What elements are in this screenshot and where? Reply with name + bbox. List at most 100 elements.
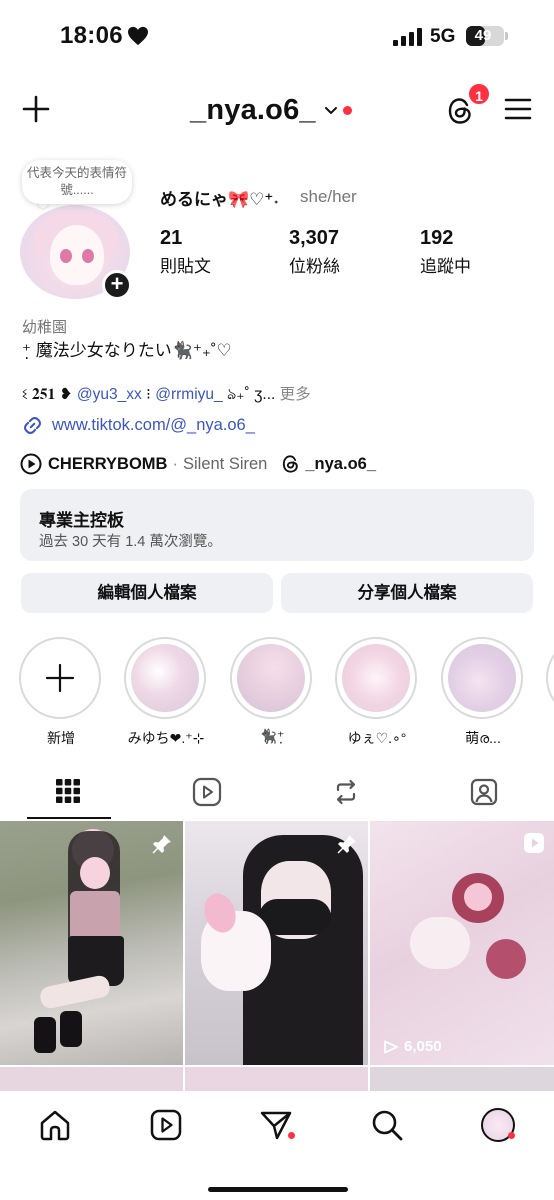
pin-icon [152,835,171,854]
professional-dashboard[interactable]: 專業主控板 過去 30 天有 1.4 萬次瀏覽。 [20,489,534,561]
profile-link[interactable]: www.tiktok.com/@_nya.o6_ [22,413,255,437]
account-switcher[interactable]: _nya.o6_ [190,94,352,127]
post-thumbnail[interactable] [185,821,368,1065]
bio-text: ⁝ [141,386,156,403]
highlight-ring [230,637,312,719]
post-thumbnail[interactable]: 6,050 [370,821,554,1065]
notification-badge: 1 [467,82,491,106]
unread-dot [342,106,352,115]
highlight-cover [342,644,410,712]
chevron-down-icon [324,106,337,114]
highlight-label: 新增 [47,730,75,746]
highlight-label: みゆち❤︎.⁺⊹ [127,730,205,746]
bottom-nav [0,1092,554,1200]
figure-boot [60,1011,82,1047]
stat-number: 192 [420,227,454,249]
highlight-item[interactable]: 萌ര... [441,637,525,748]
dashboard-subtitle: 過去 30 天有 1.4 萬次瀏覽。 [39,534,222,550]
note-bubble[interactable]: 代表今天的表情符號...... [22,160,132,204]
edit-profile-button[interactable]: 編輯個人檔案 [21,573,273,613]
highlight-ring [19,637,101,719]
view-count-text: 6,050 [404,1038,442,1055]
profile-unread-dot [508,1132,515,1139]
bio-line: ଽ 𝟐𝟓𝟏 ❥ @yu3_xx ⁝ @rrmiyu_ ঌ₊˚ ʒ... 更多 [22,382,311,408]
bio-mention[interactable]: @rrmiyu_ [155,386,222,403]
post-thumbnail[interactable] [185,1067,368,1091]
music-row[interactable]: CHERRYBOMB · Silent Siren _nya.o6_ [20,452,376,476]
face-sticker [80,857,110,889]
highlight-cover [131,644,199,712]
pronouns: she/her [300,187,357,206]
link-icon [24,416,41,434]
reels-icon [524,833,544,853]
search-icon[interactable] [370,1108,404,1142]
tab-reposts[interactable] [277,764,415,820]
grid-icon [56,779,80,803]
highlight-cover [448,644,516,712]
posts-grid: 6,050 [0,821,554,1091]
highlight-new[interactable]: 新增 [19,637,103,748]
highlight-ring [546,637,554,719]
tab-grid[interactable] [0,764,138,820]
home-icon[interactable] [38,1108,72,1142]
post-thumbnail[interactable] [0,821,183,1065]
tab-reels[interactable] [138,764,276,820]
play-circle-icon [20,453,42,475]
status-time: 18:06 [60,22,123,49]
battery-tip [505,32,508,40]
battery-level: 49 [474,27,492,44]
stat-followers[interactable]: 3,307 位粉絲 [289,227,340,277]
profile-header: _nya.o6_ 1 [0,80,554,140]
profile-tabs [0,764,554,820]
figure-boot [34,1017,56,1053]
direct-unread-dot [288,1132,295,1139]
avatar-eye [60,249,72,263]
highlight-item[interactable]: みゆち❤︎.⁺⊹ [124,637,208,748]
threads-icon [283,455,299,473]
post-thumbnail[interactable] [0,1067,183,1091]
highlight-ring [124,637,206,719]
pin-icon [337,835,356,854]
username: _nya.o6_ [190,94,316,126]
reels-icon[interactable] [149,1108,183,1142]
tab-tagged[interactable] [415,764,553,820]
plus-icon [45,663,75,693]
bio-text: ଽ 𝟐𝟓𝟏 ❥ [22,386,77,403]
heart-icon [128,26,148,46]
network-type: 5G [430,26,456,47]
highlight-label: 🐈‍⬛⁺̣ [259,728,285,744]
post-thumbnail[interactable] [370,1067,554,1091]
highlight-item[interactable]: ゆぇ♡.∘° [335,637,419,748]
share-profile-button[interactable]: 分享個人檔案 [281,573,533,613]
add-story-button[interactable]: + [102,270,132,300]
stat-number: 21 [160,227,183,249]
stat-posts[interactable]: 21 則貼文 [160,227,211,277]
link-text: www.tiktok.com/@_nya.o6_ [52,415,255,434]
play-icon [384,1040,398,1053]
bio-mention[interactable]: @yu3_xx [77,386,142,403]
status-bar: 18:06 5G 49 [0,0,554,76]
menu-icon[interactable] [504,97,532,121]
avatar-eye [82,249,94,263]
tagged-icon [470,778,498,806]
avatar-face [50,225,104,285]
face-mask [259,899,331,935]
stat-label: 位粉絲 [289,257,340,276]
highlight-label: ゆぇ♡.∘° [347,730,407,746]
reels-icon [192,777,222,807]
music-artist: Silent Siren [182,454,268,473]
highlight-cover [237,644,305,712]
profile-category: 幼稚園 [22,319,68,336]
highlight-item[interactable] [546,637,554,719]
plus-icon[interactable] [22,95,50,123]
display-name: めるにゃ🎀♡⁺˖ [160,190,280,209]
heart-compact [486,939,526,979]
home-indicator [208,1187,348,1192]
stat-following[interactable]: 192 追蹤中 [420,227,471,277]
stat-label: 則貼文 [160,257,211,276]
highlight-item[interactable]: 🐈‍⬛⁺̣ [230,637,314,745]
bio-more-link[interactable]: 更多 [280,386,311,403]
highlight-ring [441,637,523,719]
hand [410,917,470,969]
figure-top [70,891,120,941]
